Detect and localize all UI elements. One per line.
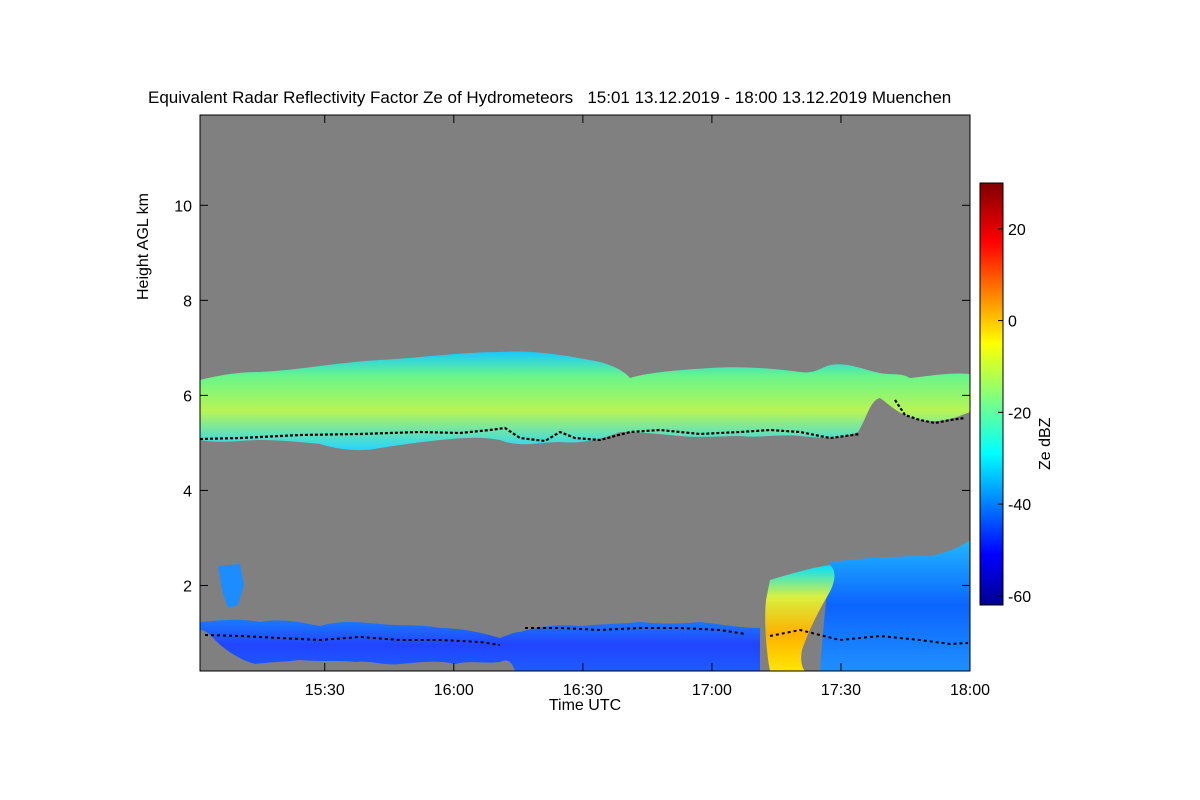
x-tick-label: 17:30 [821, 682, 861, 699]
colorbar-tick-label: -60 [1008, 589, 1031, 606]
colorbar-tick-label: -20 [1008, 405, 1031, 422]
colorbar-tick-label: -40 [1008, 497, 1031, 514]
x-tick-label: 18:00 [950, 682, 990, 699]
colorbar [979, 182, 1004, 606]
x-tick-label: 16:00 [434, 682, 474, 699]
colorbar-tick-label: 20 [1008, 222, 1026, 239]
y-tick-label: 8 [183, 293, 192, 310]
x-tick-label: 16:30 [563, 682, 603, 699]
y-tick-label: 4 [183, 483, 192, 500]
y-tick-label: 10 [174, 198, 192, 215]
y-tick-label: 2 [183, 578, 192, 595]
colorbar-tick-label: 0 [1008, 314, 1017, 331]
x-tick-label: 17:00 [692, 682, 732, 699]
radar-chart: 15:30 16:00 16:30 17:00 17:30 18:00 2 4 6 8 10 20… [174, 114, 1031, 699]
x-tick-label: 15:30 [305, 682, 345, 699]
y-tick-label: 6 [183, 388, 192, 405]
